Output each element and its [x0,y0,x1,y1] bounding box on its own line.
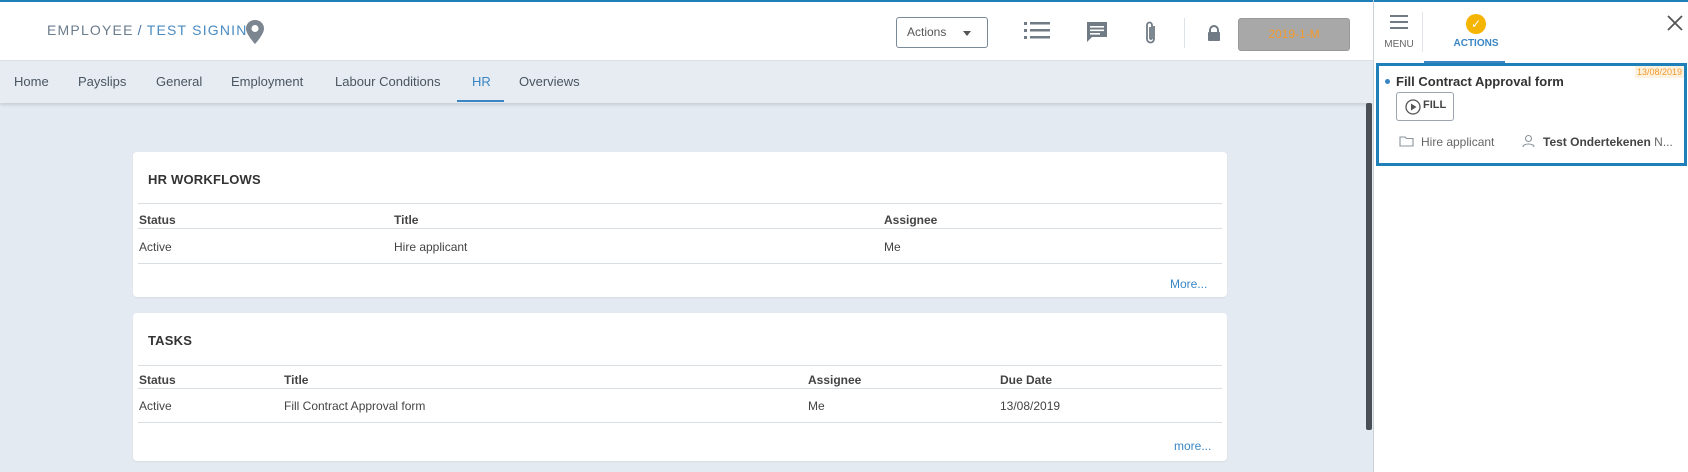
assignee-rest: N... [1654,135,1673,149]
comment-icon[interactable] [1085,20,1109,49]
tab-general[interactable]: General [156,74,202,89]
action-task-date: 13/08/2019 [1634,66,1684,78]
close-icon[interactable] [1666,14,1686,34]
more-link[interactable]: more... [1174,439,1211,453]
cell-title: Hire applicant [394,240,468,254]
top-header: EMPLOYEE / TEST SIGNING Actions 2019-1-M [0,0,1373,61]
hamburger-icon [1390,15,1408,29]
period-button[interactable]: 2019-1-M [1238,18,1350,51]
check-icon: ✓ [1466,14,1486,34]
location-pin-icon[interactable] [245,19,265,45]
panel-actions-label: ACTIONS [1453,38,1499,49]
column-header-status: Status [139,373,176,387]
fill-button-label: FILL [1423,99,1447,111]
lock-icon[interactable] [1207,25,1221,47]
divider [138,263,1222,264]
workflow-name: Hire applicant [1421,135,1495,149]
divider [138,365,1222,366]
column-header-assignee: Assignee [808,373,862,387]
cell-status: Active [139,399,172,413]
tasks-card: TASKS Status Title Assignee Due Date Act… [133,313,1227,461]
tab-employment[interactable]: Employment [231,74,303,89]
folder-icon [1399,136,1414,147]
panel-menu-tab[interactable]: MENU [1384,14,1414,50]
attachment-icon[interactable] [1143,20,1159,51]
hr-workflows-title: HR WORKFLOWS [148,172,261,187]
column-header-status: Status [139,213,176,227]
fill-button[interactable]: FILL [1396,92,1454,121]
divider [138,203,1222,204]
panel-tab-divider [1422,12,1423,52]
divider [138,228,1222,229]
column-header-title: Title [284,373,309,387]
panel-actions-tab[interactable]: ✓ ACTIONS [1436,14,1516,49]
tab-overviews[interactable]: Overviews [519,74,580,89]
action-task-card[interactable]: Fill Contract Approval form 13/08/2019 F… [1376,63,1687,166]
scrollbar[interactable] [1366,103,1372,430]
actions-panel: MENU ✓ ACTIONS Fill Contract Approval fo… [1373,0,1688,472]
unread-dot [1385,79,1390,84]
action-task-title: Fill Contract Approval form [1396,74,1564,89]
actions-dropdown[interactable]: Actions [896,17,988,48]
column-header-title: Title [394,213,419,227]
active-tab-indicator [457,100,504,102]
breadcrumb-separator: / [137,22,143,38]
cell-title: Fill Contract Approval form [284,399,426,413]
breadcrumb-employee[interactable]: EMPLOYEE [47,22,134,38]
tab-bar: Home Payslips General Employment Labour … [0,61,1373,103]
breadcrumb: EMPLOYEE / TEST SIGNING [47,22,260,38]
tab-labour-conditions[interactable]: Labour Conditions [335,74,441,89]
actions-dropdown-label: Actions [907,25,947,39]
hr-workflows-card: HR WORKFLOWS Status Title Assignee Activ… [133,152,1227,297]
divider [138,388,1222,389]
panel-menu-label: MENU [1384,39,1414,50]
tab-payslips[interactable]: Payslips [78,74,126,89]
tab-home[interactable]: Home [14,74,49,89]
tab-hr[interactable]: HR [472,74,491,89]
cell-status: Active [139,240,172,254]
column-header-due-date: Due Date [1000,373,1053,387]
column-header-assignee: Assignee [884,213,938,227]
list-icon[interactable] [1024,20,1050,47]
user-icon [1522,134,1535,148]
chevron-down-icon [963,31,971,36]
tasks-title: TASKS [148,333,193,348]
cell-assignee: Me [884,240,901,254]
panel-header: MENU ✓ ACTIONS [1374,0,1688,63]
divider [138,422,1222,423]
play-circle-icon [1405,99,1421,115]
cell-due-date: 13/08/2019 [1000,399,1061,413]
cell-assignee: Me [808,399,825,413]
breadcrumb-current: TEST SIGNING [146,22,260,38]
assignee-name: Test Ondertekenen [1543,135,1651,149]
more-link[interactable]: More... [1170,277,1207,291]
toolbar-divider [1184,18,1185,48]
